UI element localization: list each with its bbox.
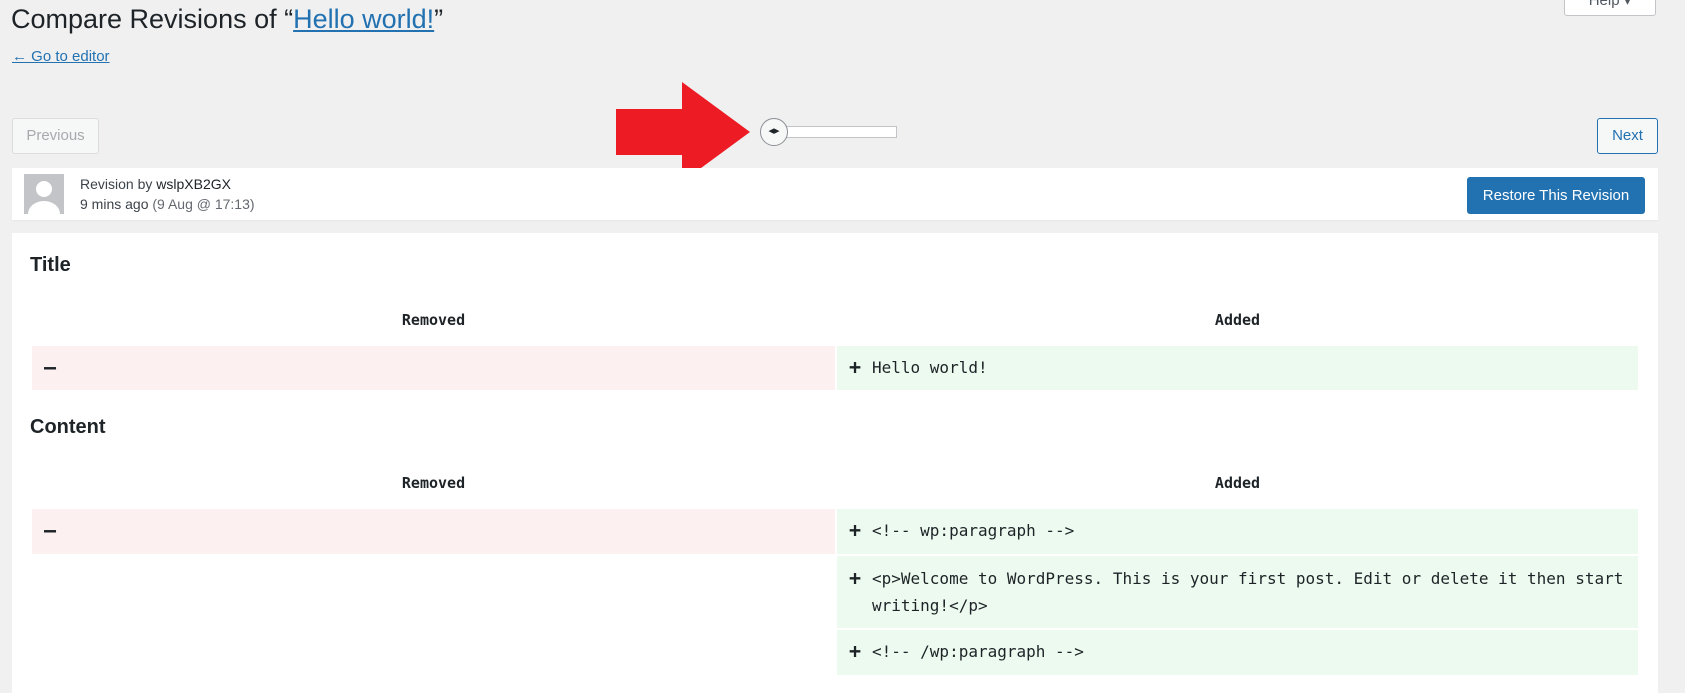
- added-sign: +: [849, 355, 862, 379]
- default-avatar-icon: [24, 174, 64, 214]
- post-title-link[interactable]: Hello world!: [293, 4, 434, 34]
- go-to-editor-link[interactable]: ← Go to editor: [12, 48, 110, 65]
- content-added-row: + <p>Welcome to WordPress. This is your …: [837, 556, 1638, 628]
- content-removed-header: Removed: [401, 474, 466, 492]
- avatar: [24, 174, 64, 214]
- content-added-text: <p>Welcome to WordPress. This is your fi…: [872, 569, 1633, 615]
- added-sign: +: [849, 639, 862, 663]
- revision-author-line: Revision by wslpXB2GX: [80, 176, 231, 192]
- help-button[interactable]: Help ▾: [1564, 0, 1656, 16]
- revision-time-ago: 9 mins ago: [80, 196, 149, 212]
- revision-author-name: wslpXB2GX: [156, 176, 231, 192]
- title-removed-row: –: [32, 346, 835, 390]
- content-added-text: <!-- wp:paragraph -->: [872, 521, 1075, 540]
- title-added-text: Hello world!: [872, 358, 988, 377]
- content-added-row: + <!-- wp:paragraph -->: [837, 509, 1638, 554]
- content-added-text: <!-- /wp:paragraph -->: [872, 642, 1084, 661]
- content-added-header: Added: [1214, 474, 1261, 492]
- revision-date-detail: (9 Aug @ 17:13): [148, 196, 255, 212]
- previous-button[interactable]: Previous: [12, 118, 99, 154]
- content-added-row: + <!-- /wp:paragraph -->: [837, 630, 1638, 675]
- page-title-suffix: ”: [434, 4, 444, 34]
- page-title: Compare Revisions of “Hello world!”: [11, 4, 443, 35]
- restore-revision-button[interactable]: Restore This Revision: [1467, 177, 1645, 214]
- revision-by-label: Revision by: [80, 176, 157, 192]
- title-removed-header: Removed: [401, 311, 466, 329]
- title-added-row: + Hello world!: [837, 346, 1638, 390]
- revision-slider-track[interactable]: [780, 126, 897, 138]
- content-removed-row: –: [32, 509, 835, 554]
- removed-sign: –: [44, 518, 57, 542]
- title-added-header: Added: [1214, 311, 1261, 329]
- diff-content-heading: Content: [30, 416, 106, 438]
- revision-slider-handle[interactable]: ◂▸: [760, 118, 788, 146]
- removed-sign: –: [44, 355, 57, 379]
- page-title-prefix: Compare Revisions of “: [11, 4, 294, 34]
- diff-title-heading: Title: [30, 254, 71, 276]
- added-sign: +: [849, 566, 862, 590]
- next-button[interactable]: Next: [1597, 118, 1658, 154]
- red-arrow-annotation-icon: [616, 82, 750, 182]
- revision-date-line: 9 mins ago (9 Aug @ 17:13): [80, 196, 255, 212]
- revision-meta-bar: [12, 168, 1658, 220]
- added-sign: +: [849, 518, 862, 542]
